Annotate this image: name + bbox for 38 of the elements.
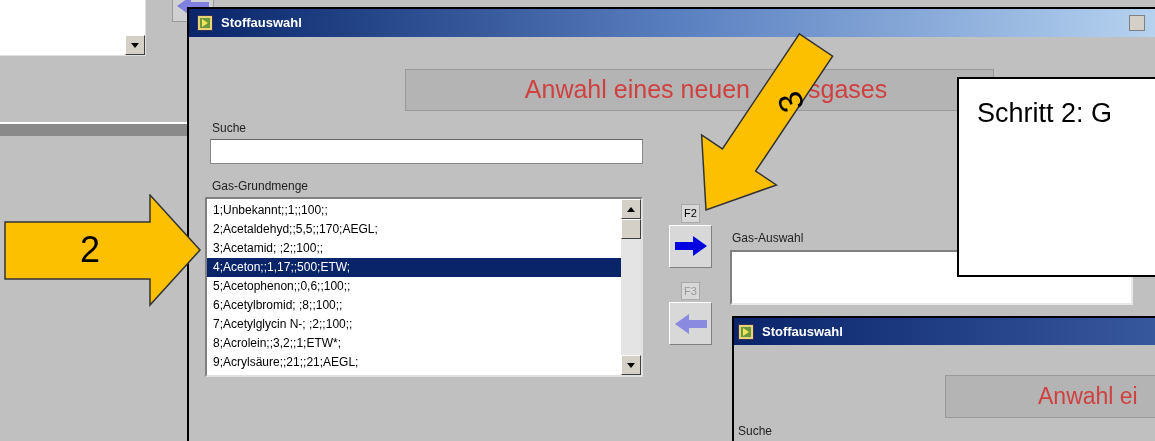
list-item[interactable]: 2;Acetaldehyd;;5,5;;170;AEGL; <box>207 220 621 239</box>
down-triangle-icon <box>131 42 139 48</box>
app-icon <box>197 15 213 31</box>
up-triangle-icon <box>627 206 635 212</box>
list-item[interactable]: 1;Unbekannt;;1;;100;; <box>207 201 621 220</box>
close-button[interactable] <box>1129 15 1145 31</box>
list-item[interactable]: 6;Acetylbromid; ;8;;100;; <box>207 296 621 315</box>
shortcut-label: F3 <box>681 281 700 300</box>
banner-text: Anwahl ei <box>1038 382 1138 412</box>
scroll-down-button[interactable] <box>125 35 145 55</box>
list-item[interactable]: 7;Acetylglycin N-; ;2;;100;; <box>207 315 621 334</box>
down-triangle-icon <box>627 362 635 368</box>
shortcut-label: F2 <box>681 204 700 223</box>
left-arrow-icon <box>673 312 708 335</box>
list-item[interactable]: 5;Acetophenon;;0,6;;100;; <box>207 277 621 296</box>
right-arrow-icon <box>673 235 708 257</box>
list-item[interactable]: 9;Acrylsäure;;21;;21;AEGL; <box>207 353 621 372</box>
field-label: Suche <box>738 423 774 440</box>
list-field[interactable] <box>0 0 146 56</box>
banner-text: sgases <box>808 74 888 106</box>
banner-text: Anwahl eines neuen <box>524 74 750 106</box>
field-label: Gas-Auswahl <box>732 230 805 247</box>
step-number: 2 <box>80 230 101 270</box>
callout-text: Schritt 2: G <box>977 98 1113 128</box>
list-item[interactable]: 3;Acetamid; ;2;;100;; <box>207 239 621 258</box>
scrollbar[interactable] <box>621 199 641 375</box>
list-item[interactable]: 4;Aceton;;1,17;;500;ETW; <box>207 258 621 277</box>
app-icon <box>738 323 754 340</box>
search-field[interactable] <box>210 139 643 164</box>
scroll-thumb[interactable] <box>621 219 641 239</box>
field-label: Gas-Grundmenge <box>212 178 310 195</box>
list-item[interactable]: 8;Acrolein;;3,2;;1;ETW*; <box>207 334 621 353</box>
window-title: Stoffauswahl <box>762 322 843 341</box>
window-title: Stoffauswahl <box>221 14 302 33</box>
field-label: Suche <box>212 120 248 137</box>
scroll-down-button[interactable] <box>621 355 641 375</box>
scroll-up-button[interactable] <box>621 199 641 219</box>
add-button[interactable] <box>669 224 712 268</box>
